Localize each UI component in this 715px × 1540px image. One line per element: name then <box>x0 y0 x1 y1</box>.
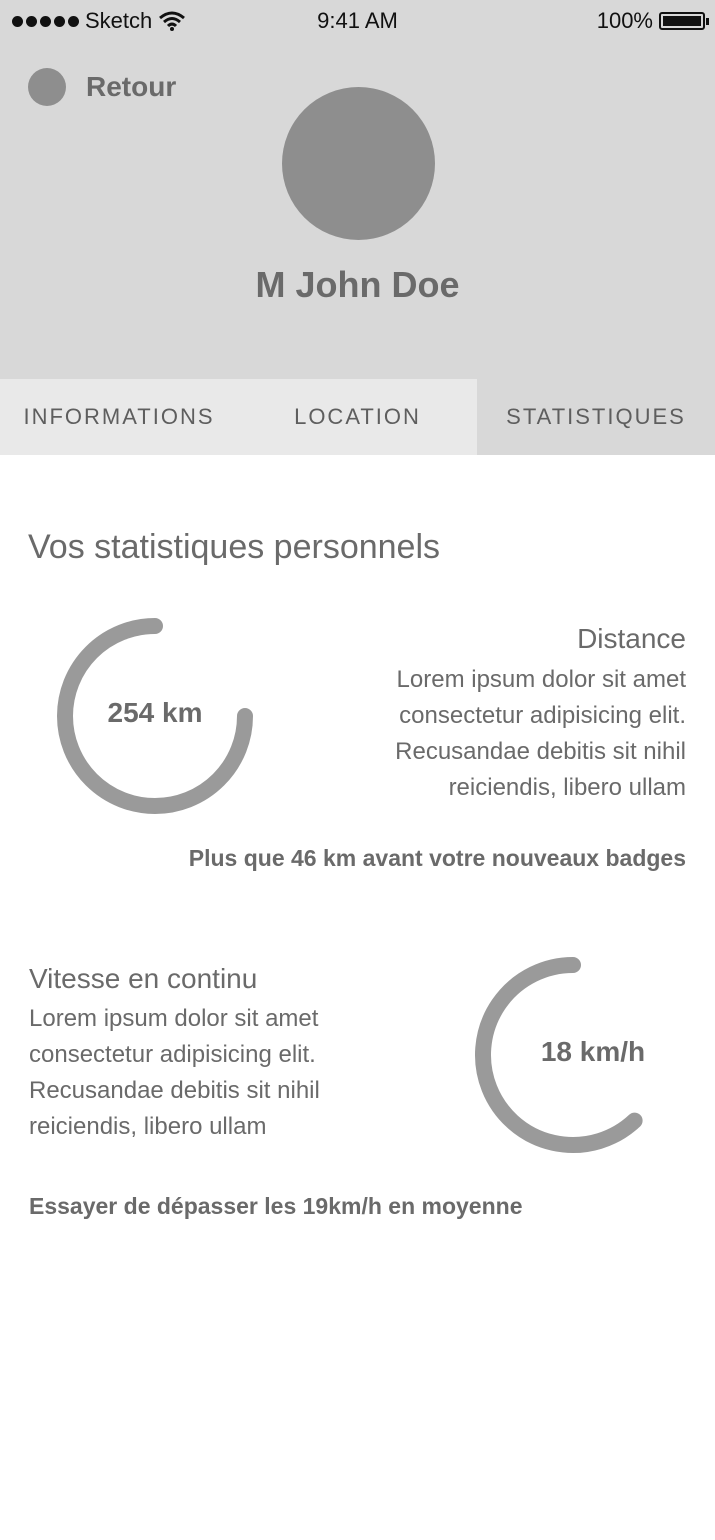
distance-desc-line: consectetur adipisicing elit. <box>399 702 686 729</box>
avatar <box>282 87 435 240</box>
distance-heading: Distance <box>577 623 686 654</box>
speed-note: Essayer de dépasser les 19km/h en moyenn… <box>29 1193 523 1219</box>
battery-status: 100% <box>596 8 709 34</box>
tab-location[interactable]: LOCATION <box>238 379 477 455</box>
speed-heading: Vitesse en continu <box>29 963 258 994</box>
back-icon <box>28 68 66 106</box>
page-title: Vos statistiques personnels <box>28 528 441 566</box>
distance-description: Lorem ipsum dolor sit amet consectetur a… <box>395 662 686 806</box>
speed-description: Lorem ipsum dolor sit amet consectetur a… <box>29 1001 320 1145</box>
distance-note: Plus que 46 km avant votre nouveaux badg… <box>188 845 686 871</box>
speed-value: 18 km/h <box>540 1036 646 1067</box>
back-label: Retour <box>86 71 177 102</box>
speed-desc-line: reiciendis, libero ullam <box>29 1113 267 1140</box>
speed-gauge: 18 km/h <box>470 952 676 1158</box>
tab-bar: INFORMATIONS LOCATION STATISTIQUES <box>0 379 715 455</box>
status-bar: Sketch 9:41 AM 100% <box>0 0 715 42</box>
speed-desc-line: Recusandae debitis sit nihil <box>29 1077 320 1104</box>
speed-desc-line: consectetur adipisicing elit. <box>29 1041 316 1068</box>
profile-header: Retour M John Doe <box>0 42 715 379</box>
distance-desc-line: Lorem ipsum dolor sit amet <box>396 666 686 693</box>
tab-statistiques[interactable]: STATISTIQUES <box>477 379 715 455</box>
back-button[interactable]: Retour <box>28 68 176 106</box>
distance-desc-line: Recusandae debitis sit nihil <box>395 738 686 765</box>
tab-informations[interactable]: INFORMATIONS <box>0 379 238 455</box>
user-name: M John Doe <box>255 264 460 305</box>
distance-desc-line: reiciendis, libero ullam <box>448 774 686 801</box>
battery-percent: 100% <box>596 8 653 33</box>
battery-icon <box>659 12 709 30</box>
speed-desc-line: Lorem ipsum dolor sit amet <box>29 1005 319 1032</box>
distance-value: 254 km <box>107 697 203 728</box>
distance-gauge: 254 km <box>52 613 258 819</box>
